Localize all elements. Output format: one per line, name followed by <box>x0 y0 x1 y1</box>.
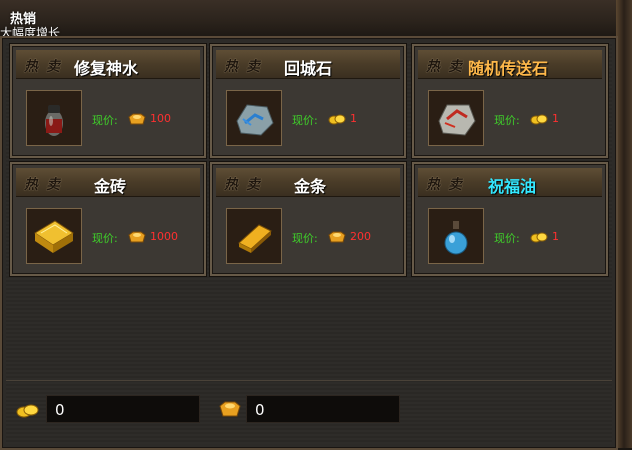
card-header: 热卖 回城石 <box>216 50 400 79</box>
teleport-stone-icon <box>429 91 483 145</box>
price-label: 现价: <box>92 232 118 245</box>
window-top-bar <box>0 0 632 36</box>
blessing-oil-icon <box>429 209 483 263</box>
gold-balance-field: 0 <box>46 395 200 423</box>
town-stone-icon <box>227 91 281 145</box>
shop-panel: 热卖 修复神水 现价: 100 热卖 回城石 现价: 1 热卖 随机传送石 现价… <box>0 36 618 450</box>
balance-bar: 0 0 <box>6 380 612 445</box>
item-slot[interactable] <box>428 208 484 264</box>
price-value: 1000 <box>150 230 178 243</box>
price-value: 1 <box>552 230 559 243</box>
hot-label: 热卖 <box>426 59 470 75</box>
hot-label: 热卖 <box>24 59 68 75</box>
price-value: 200 <box>350 230 371 243</box>
item-name: 祝福油 <box>488 177 537 196</box>
item-slot[interactable] <box>428 90 484 146</box>
shop-item-card[interactable]: 热卖 金砖 现价: 1000 <box>10 162 206 276</box>
price-label: 现价: <box>494 232 520 245</box>
shop-item-card[interactable]: 热卖 修复神水 现价: 100 <box>10 44 206 158</box>
gold-coins-icon <box>530 114 548 125</box>
item-slot[interactable] <box>226 208 282 264</box>
shop-item-card[interactable]: 热卖 随机传送石 现价: 1 <box>412 44 608 158</box>
ingot-icon <box>328 231 346 243</box>
gold-coins-icon <box>530 232 548 243</box>
price-label: 现价: <box>92 114 118 127</box>
shop-item-card[interactable]: 热卖 金条 现价: 200 <box>210 162 406 276</box>
hot-label: 热卖 <box>224 177 268 193</box>
ingot-balance-field: 0 <box>246 395 400 423</box>
card-header: 热卖 金条 <box>216 168 400 197</box>
card-header: 热卖 随机传送石 <box>418 50 602 79</box>
price-label: 现价: <box>494 114 520 127</box>
gold-coins-icon <box>16 404 39 418</box>
item-name: 随机传送石 <box>468 59 549 78</box>
gold-bar-icon <box>227 209 281 263</box>
item-name: 修复神水 <box>74 59 139 78</box>
price-value: 100 <box>150 112 171 125</box>
item-name: 金条 <box>294 177 327 196</box>
price-label: 现价: <box>292 114 318 127</box>
item-slot[interactable] <box>26 208 82 264</box>
gold-brick-icon <box>27 209 81 263</box>
hot-label: 热卖 <box>426 177 470 193</box>
price-label: 现价: <box>292 232 318 245</box>
price-value: 1 <box>350 112 357 125</box>
potion-jar-icon <box>27 91 81 145</box>
item-slot[interactable] <box>226 90 282 146</box>
ingot-icon <box>128 113 146 125</box>
card-header: 热卖 祝福油 <box>418 168 602 197</box>
hot-label: 热卖 <box>224 59 268 75</box>
card-header: 热卖 金砖 <box>16 168 200 197</box>
ingot-icon <box>219 401 241 417</box>
card-header: 热卖 修复神水 <box>16 50 200 79</box>
item-slot[interactable] <box>26 90 82 146</box>
ingot-icon <box>128 231 146 243</box>
frame-edge <box>616 0 632 448</box>
item-name: 金砖 <box>94 177 127 196</box>
shop-item-card[interactable]: 热卖 回城石 现价: 1 <box>210 44 406 158</box>
hot-label: 热卖 <box>24 177 68 193</box>
item-name: 回城石 <box>284 59 333 78</box>
shop-item-card[interactable]: 热卖 祝福油 现价: 1 <box>412 162 608 276</box>
gold-coins-icon <box>328 114 346 125</box>
price-value: 1 <box>552 112 559 125</box>
